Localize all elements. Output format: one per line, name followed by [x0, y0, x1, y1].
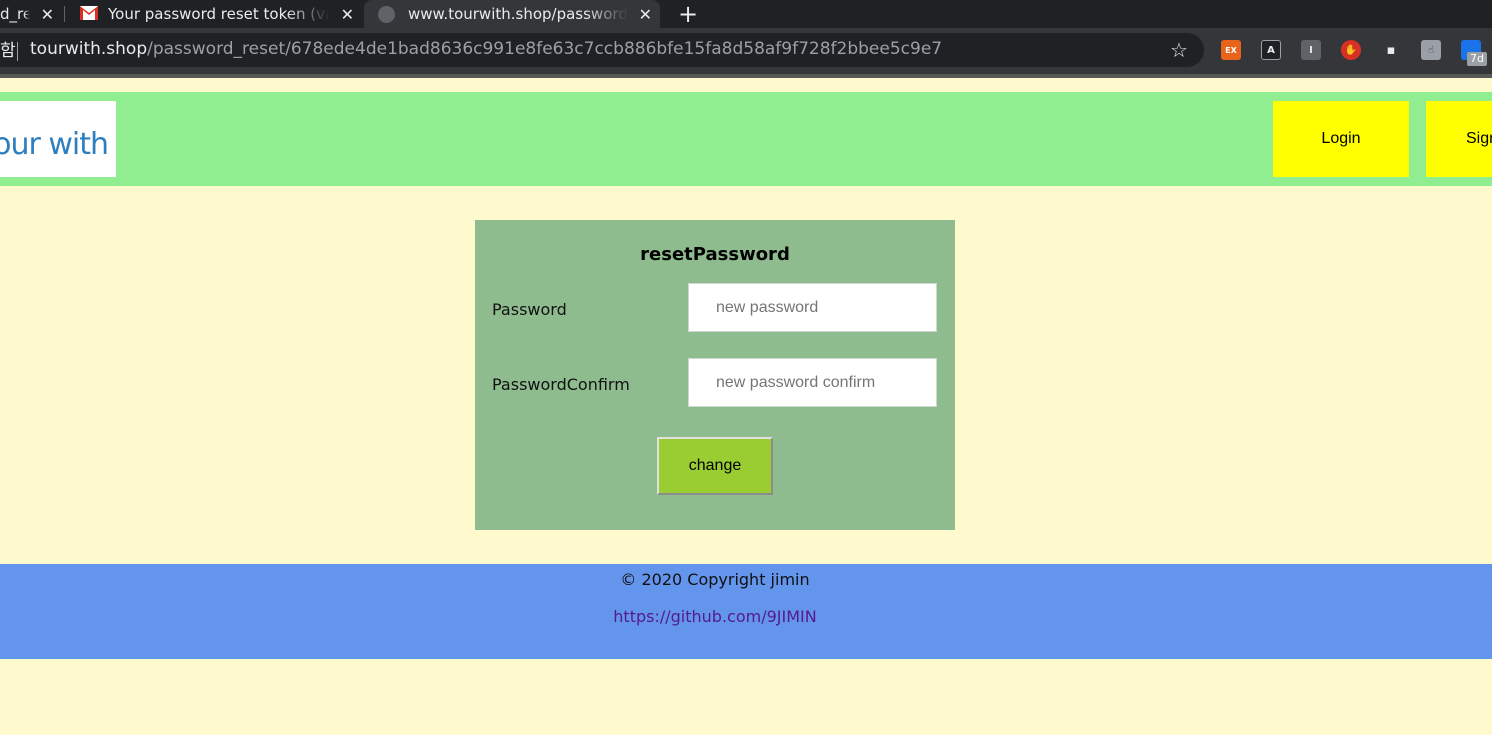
tab-title: www.tourwith.shop/password_reset — [408, 5, 628, 23]
gmail-icon — [80, 6, 98, 20]
logo-text: our with — [0, 127, 109, 162]
tab-title: Your password reset token (valid — [108, 5, 330, 23]
url-path: /password_reset/678ede4de1bad8636c991e8f… — [147, 39, 943, 59]
ex-extension-icon[interactable]: EX — [1221, 40, 1241, 60]
site-header — [0, 92, 1492, 186]
toolbar-shadow — [0, 74, 1492, 78]
address-divider — [17, 42, 18, 61]
signup-button[interactable]: Sign — [1426, 101, 1492, 177]
site-footer: © 2020 Copyright jimin https://github.co… — [0, 564, 1492, 659]
a-extension-icon[interactable]: A — [1261, 40, 1281, 60]
browser-tab[interactable]: Your password reset token (valid ✕ — [70, 0, 362, 28]
change-button[interactable]: change — [657, 437, 773, 495]
browser-tab-active[interactable]: www.tourwith.shop/password_reset ✕ — [364, 0, 660, 28]
tab-close-icon[interactable]: ✕ — [639, 0, 652, 28]
password-confirm-label: PasswordConfirm — [492, 375, 630, 394]
site-security-icon[interactable]: 함 — [0, 36, 16, 61]
screen-extension-icon[interactable]: ▪ — [1381, 40, 1401, 60]
site-logo[interactable]: our with — [0, 101, 116, 177]
password-input[interactable] — [688, 283, 937, 332]
password-label: Password — [492, 300, 567, 319]
tab-divider — [64, 6, 65, 22]
url-host: tourwith.shop — [30, 39, 148, 59]
form-title: resetPassword — [640, 244, 790, 265]
bookmark-star-icon[interactable]: ☆ — [1170, 38, 1188, 62]
tab-close-icon[interactable]: ✕ — [341, 0, 354, 28]
address-url[interactable]: tourwith.shop/password_reset/678ede4de1b… — [30, 39, 942, 59]
login-button[interactable]: Login — [1273, 101, 1409, 177]
extension-badge: 7d — [1467, 52, 1487, 66]
browser-tab[interactable]: d_re ✕ — [0, 0, 62, 28]
github-link[interactable]: https://github.com/9JIMIN — [0, 607, 1430, 626]
pointer-extension-icon[interactable]: ☝ — [1421, 40, 1441, 60]
new-tab-icon[interactable]: + — [678, 0, 698, 28]
tab-title: d_re — [0, 5, 30, 23]
reset-password-form: resetPassword Password PasswordConfirm c… — [475, 220, 955, 530]
globe-icon — [378, 6, 395, 23]
tab-close-icon[interactable]: ✕ — [41, 0, 54, 28]
browser-tab-strip: d_re ✕ Your password reset token (valid … — [0, 0, 1492, 28]
copyright-text: © 2020 Copyright jimin — [620, 570, 810, 589]
hand-stop-icon[interactable]: ✋ — [1341, 40, 1361, 60]
password-confirm-input[interactable] — [688, 358, 937, 407]
i-extension-icon[interactable]: I — [1301, 40, 1321, 60]
